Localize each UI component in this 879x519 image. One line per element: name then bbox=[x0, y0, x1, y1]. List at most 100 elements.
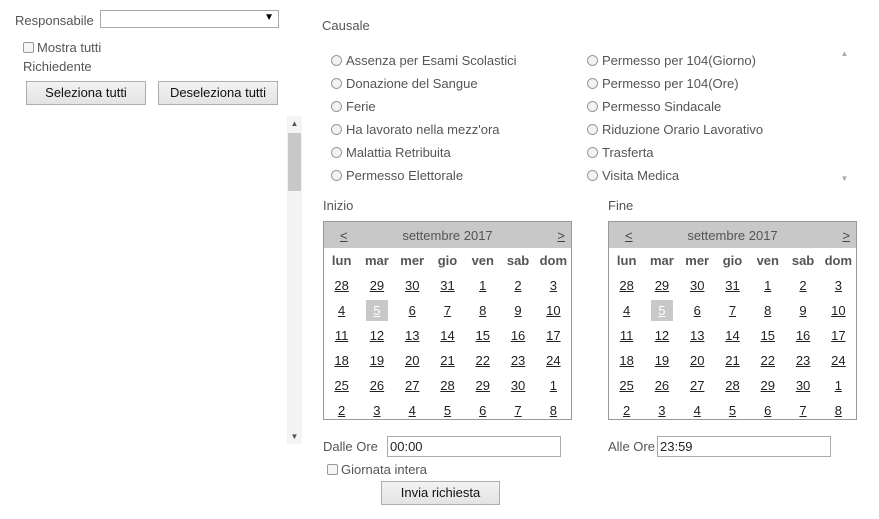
calendar-day-link[interactable]: 11 bbox=[618, 327, 636, 344]
calendar-day-link[interactable]: 16 bbox=[794, 327, 812, 344]
causale-option[interactable]: Permesso Elettorale bbox=[331, 168, 463, 183]
calendar-day-link[interactable]: 1 bbox=[833, 377, 844, 394]
calendar-day-link[interactable]: 16 bbox=[509, 327, 527, 344]
calendar-day-link[interactable]: 28 bbox=[438, 377, 456, 394]
calendar-day-link[interactable]: 6 bbox=[692, 302, 703, 319]
calendar-day-link[interactable]: 31 bbox=[438, 277, 456, 294]
calendar-day-link[interactable]: 3 bbox=[656, 402, 667, 419]
calendar-day-link[interactable]: 23 bbox=[794, 352, 812, 369]
calendar-day-link[interactable]: 12 bbox=[368, 327, 386, 344]
calendar-day-link[interactable]: 4 bbox=[692, 402, 703, 419]
calendar-day-link[interactable]: 29 bbox=[653, 277, 671, 294]
calendar-day-link[interactable]: 2 bbox=[797, 277, 808, 294]
calendar-day-link[interactable]: 22 bbox=[759, 352, 777, 369]
calendar-day-link[interactable]: 5 bbox=[650, 300, 673, 321]
causale-option[interactable]: Malattia Retribuita bbox=[331, 145, 451, 160]
calendar-day-link[interactable]: 30 bbox=[509, 377, 527, 394]
calendar-day-link[interactable]: 18 bbox=[332, 352, 350, 369]
scrollbar-thumb[interactable] bbox=[288, 133, 301, 191]
calendar-day-link[interactable]: 26 bbox=[368, 377, 386, 394]
causale-option[interactable]: Permesso Sindacale bbox=[587, 99, 721, 114]
calendar-day-link[interactable]: 20 bbox=[688, 352, 706, 369]
calendar-day-link[interactable]: 7 bbox=[727, 302, 738, 319]
mostra-tutti-option[interactable]: Mostra tutti bbox=[23, 40, 101, 55]
causale-option[interactable]: Permesso per 104(Ore) bbox=[587, 76, 739, 91]
calendar-day-link[interactable]: 26 bbox=[653, 377, 671, 394]
calendar-day-link[interactable]: 22 bbox=[474, 352, 492, 369]
responsabile-select[interactable]: ▼ bbox=[100, 10, 279, 28]
calendar-day-link[interactable]: 19 bbox=[368, 352, 386, 369]
calendar-day-link[interactable]: 7 bbox=[442, 302, 453, 319]
invia-richiesta-button[interactable]: Invia richiesta bbox=[381, 481, 500, 505]
dalle-ore-input[interactable] bbox=[387, 436, 561, 457]
calendar-day-link[interactable]: 23 bbox=[509, 352, 527, 369]
calendar-day-link[interactable]: 30 bbox=[794, 377, 812, 394]
causale-option[interactable]: Assenza per Esami Scolastici bbox=[331, 53, 517, 68]
calendar-day-link[interactable]: 25 bbox=[332, 377, 350, 394]
calendar-day-link[interactable]: 27 bbox=[688, 377, 706, 394]
calendar-day-link[interactable]: 1 bbox=[477, 277, 488, 294]
radio-button[interactable] bbox=[331, 170, 342, 181]
calendar-day-link[interactable]: 7 bbox=[797, 402, 808, 419]
calendar-day-link[interactable]: 8 bbox=[548, 402, 559, 419]
next-month-link[interactable]: > bbox=[557, 228, 565, 243]
calendar-day-link[interactable]: 25 bbox=[617, 377, 635, 394]
calendar-day-link[interactable]: 21 bbox=[723, 352, 741, 369]
calendar-day-link[interactable]: 24 bbox=[544, 352, 562, 369]
calendar-day-link[interactable]: 6 bbox=[477, 402, 488, 419]
calendar-day-link[interactable]: 31 bbox=[723, 277, 741, 294]
causale-scrollbar[interactable]: ▲ ▼ bbox=[837, 46, 852, 186]
radio-button[interactable] bbox=[587, 147, 598, 158]
calendar-day-link[interactable]: 28 bbox=[617, 277, 635, 294]
calendar-day-link[interactable]: 17 bbox=[544, 327, 562, 344]
causale-option[interactable]: Donazione del Sangue bbox=[331, 76, 478, 91]
causale-option[interactable]: Trasferta bbox=[587, 145, 654, 160]
deseleziona-tutti-button[interactable]: Deseleziona tutti bbox=[158, 81, 278, 105]
calendar-day-link[interactable]: 5 bbox=[442, 402, 453, 419]
calendar-day-link[interactable]: 8 bbox=[762, 302, 773, 319]
radio-button[interactable] bbox=[331, 124, 342, 135]
richiedente-scrollbar[interactable]: ▲ ▼ bbox=[287, 116, 302, 444]
calendar-day-link[interactable]: 6 bbox=[407, 302, 418, 319]
calendar-day-link[interactable]: 13 bbox=[688, 327, 706, 344]
scroll-down-icon[interactable]: ▼ bbox=[837, 171, 852, 186]
scroll-down-icon[interactable]: ▼ bbox=[287, 429, 302, 444]
calendar-day-link[interactable]: 13 bbox=[403, 327, 421, 344]
scroll-up-icon[interactable]: ▲ bbox=[837, 46, 852, 61]
calendar-day-link[interactable]: 28 bbox=[723, 377, 741, 394]
calendar-day-link[interactable]: 15 bbox=[474, 327, 492, 344]
calendar-day-link[interactable]: 11 bbox=[333, 327, 351, 344]
calendar-day-link[interactable]: 18 bbox=[617, 352, 635, 369]
calendar-day-link[interactable]: 24 bbox=[829, 352, 847, 369]
calendar-day-link[interactable]: 30 bbox=[403, 277, 421, 294]
causale-option[interactable]: Riduzione Orario Lavorativo bbox=[587, 122, 763, 137]
calendar-day-link[interactable]: 12 bbox=[653, 327, 671, 344]
radio-button[interactable] bbox=[331, 78, 342, 89]
calendar-day-link[interactable]: 29 bbox=[474, 377, 492, 394]
giornata-intera-option[interactable]: Giornata intera bbox=[327, 462, 427, 477]
next-month-link[interactable]: > bbox=[842, 228, 850, 243]
calendar-day-link[interactable]: 2 bbox=[336, 402, 347, 419]
calendar-day-link[interactable]: 5 bbox=[727, 402, 738, 419]
alle-ore-input[interactable] bbox=[657, 436, 831, 457]
calendar-day-link[interactable]: 21 bbox=[438, 352, 456, 369]
causale-option[interactable]: Ferie bbox=[331, 99, 376, 114]
calendar-day-link[interactable]: 5 bbox=[365, 300, 388, 321]
mostra-tutti-checkbox[interactable] bbox=[23, 42, 34, 53]
radio-button[interactable] bbox=[331, 55, 342, 66]
calendar-day-link[interactable]: 6 bbox=[762, 402, 773, 419]
calendar-day-link[interactable]: 3 bbox=[548, 277, 559, 294]
calendar-day-link[interactable]: 29 bbox=[759, 377, 777, 394]
calendar-day-link[interactable]: 17 bbox=[829, 327, 847, 344]
radio-button[interactable] bbox=[587, 170, 598, 181]
calendar-day-link[interactable]: 10 bbox=[829, 302, 847, 319]
calendar-day-link[interactable]: 2 bbox=[512, 277, 523, 294]
calendar-day-link[interactable]: 4 bbox=[407, 402, 418, 419]
calendar-day-link[interactable]: 9 bbox=[512, 302, 523, 319]
causale-option[interactable]: Permesso per 104(Giorno) bbox=[587, 53, 756, 68]
calendar-day-link[interactable]: 30 bbox=[688, 277, 706, 294]
giornata-intera-checkbox[interactable] bbox=[327, 464, 338, 475]
scroll-up-icon[interactable]: ▲ bbox=[287, 116, 302, 131]
calendar-day-link[interactable]: 3 bbox=[833, 277, 844, 294]
calendar-day-link[interactable]: 28 bbox=[332, 277, 350, 294]
